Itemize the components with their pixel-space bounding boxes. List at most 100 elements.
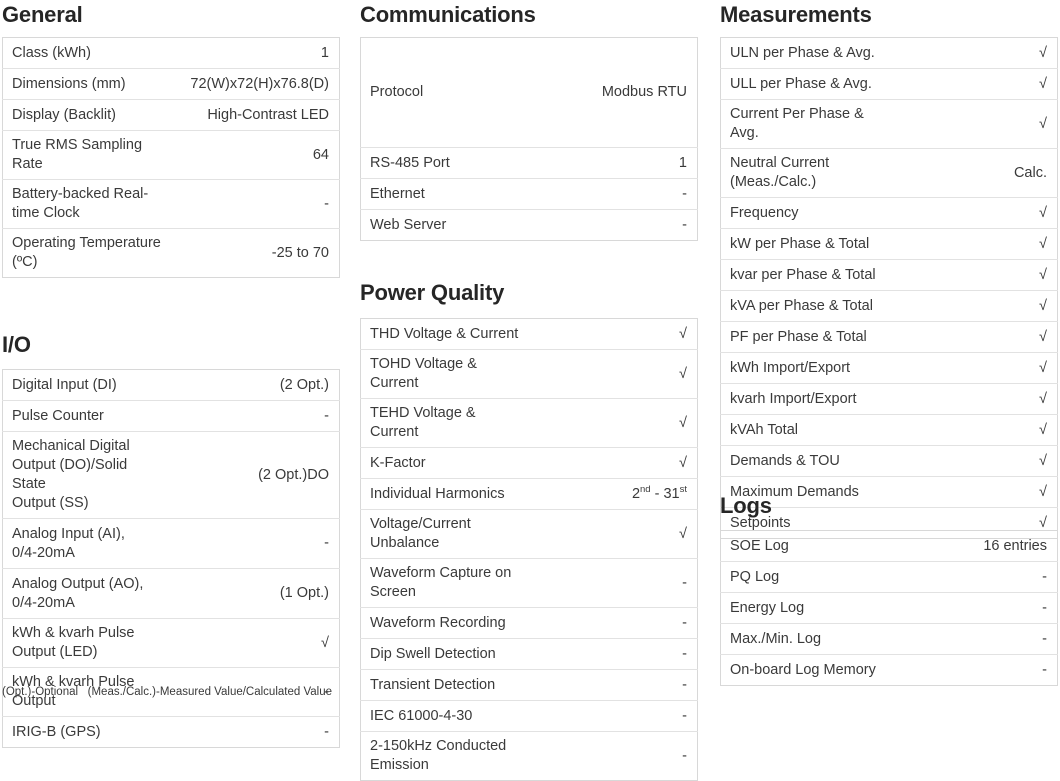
spec-label: PQ Log	[730, 568, 780, 585]
spec-label: kWh Import/Export	[730, 359, 851, 376]
spec-label: Current Per Phase & Avg.	[730, 106, 864, 141]
spec-value: (1 Opt.)	[279, 585, 329, 601]
spec-label: On-board Log Memory	[730, 661, 876, 678]
spec-value: -	[1042, 599, 1047, 616]
table-row: Current Per Phase & Avg. √	[720, 100, 1058, 149]
section-title-power-quality: Power Quality	[360, 280, 505, 305]
table-row: Protocol Modbus RTU	[360, 38, 698, 148]
table-row: kvarh Import/Export √	[720, 384, 1058, 415]
table-row: Transient Detection -	[360, 670, 698, 701]
spec-label: Mechanical Digital Output (DO)/Solid Sta…	[12, 438, 130, 511]
spec-value: √	[679, 525, 687, 542]
table-row: RS-485 Port 1	[360, 148, 698, 179]
measurements-spec-table: ULN per Phase & Avg. √ ULL per Phase & Avg…	[720, 37, 1058, 539]
spec-value: √	[679, 325, 687, 342]
spec-value: √	[1039, 421, 1047, 438]
spec-value: √	[679, 454, 687, 471]
spec-value: √	[321, 634, 329, 651]
spec-label: RS-485 Port	[370, 154, 450, 171]
table-row: Waveform Capture on Screen -	[360, 559, 698, 608]
table-row: IRIG-B (GPS) -	[3, 717, 340, 748]
section-title-communications: Communications	[360, 2, 536, 27]
table-row: TEHD Voltage & Current √	[360, 399, 698, 448]
spec-value: -	[324, 535, 329, 551]
table-row: Analog Output (AO), 0/4-20mA (1 Opt.)	[2, 569, 340, 619]
spec-value: √	[1039, 266, 1047, 283]
table-row: kWh Import/Export √	[720, 353, 1058, 384]
table-row: Dip Swell Detection -	[360, 639, 698, 670]
spec-value: -	[682, 676, 687, 693]
spec-label: TOHD Voltage & Current	[370, 356, 477, 391]
spec-value: √	[1039, 115, 1047, 132]
spec-label: True RMS Sampling Rate	[12, 137, 143, 172]
spec-label: Neutral Current (Meas./Calc.)	[730, 155, 830, 190]
spec-value: -	[324, 723, 329, 740]
spec-label: PF per Phase & Total	[730, 328, 867, 345]
spec-value: (2 Opt.)DO	[258, 466, 329, 483]
spec-label: Analog Output (AO), 0/4-20mA	[12, 575, 144, 611]
spec-value: 2nd - 31st	[631, 483, 687, 502]
spec-label: Energy Log	[730, 599, 805, 616]
spec-label: Protocol	[370, 84, 424, 100]
spec-value: √	[1039, 235, 1047, 252]
table-row: kVAh Total √	[720, 415, 1058, 446]
spec-label: Analog Input (AI), 0/4-20mA	[12, 525, 125, 561]
spec-value: (2 Opt.)	[279, 376, 329, 393]
spec-value: √	[1039, 75, 1047, 92]
spec-label: Individual Harmonics	[370, 485, 505, 502]
spec-value: √	[1039, 44, 1047, 61]
spec-value: Modbus RTU	[601, 84, 687, 100]
spec-value: -	[1042, 661, 1047, 678]
spec-label: Max./Min. Log	[730, 630, 822, 647]
section-title-measurements: Measurements	[720, 2, 872, 27]
table-row: Voltage/Current Unbalance √	[360, 510, 698, 559]
logs-spec-table: SOE Log 16 entries PQ Log - Energy Log - Max./…	[720, 530, 1058, 686]
spec-value: -	[682, 216, 687, 233]
spec-label: Class (kWh)	[12, 44, 91, 61]
table-row: kvar per Phase & Total √	[720, 260, 1058, 291]
spec-value: -	[324, 407, 329, 424]
spec-value: 1	[320, 44, 329, 61]
table-row: On-board Log Memory -	[721, 655, 1058, 686]
spec-label: Web Server	[370, 216, 447, 233]
spec-value: √	[679, 365, 687, 382]
table-row: TOHD Voltage & Current √	[360, 350, 698, 399]
table-row: Waveform Recording -	[360, 608, 698, 639]
spec-label: kvarh Import/Export	[730, 390, 857, 407]
general-spec-table: Class (kWh) 1 Dimensions (mm) 72(W)x72(H)x7…	[2, 37, 340, 278]
table-row: kVA per Phase & Total √	[720, 291, 1058, 322]
table-row: Ethernet -	[360, 179, 698, 210]
spec-value: √	[1039, 297, 1047, 314]
spec-label: Demands & TOU	[730, 452, 840, 469]
spec-value: -	[1042, 630, 1047, 647]
spec-value: √	[1039, 483, 1047, 500]
spec-label: kWh & kvarh Pulse Output (LED)	[12, 625, 135, 660]
footnote-legend: (Opt.)-Optional (Meas./Calc.)-Measured V…	[2, 686, 333, 698]
section-title-general: General	[2, 2, 83, 27]
spec-label: Dimensions (mm)	[12, 75, 126, 92]
table-row: Individual Harmonics 2nd - 31st	[360, 479, 698, 510]
table-row: PQ Log -	[720, 562, 1058, 593]
spec-value: -	[324, 195, 329, 212]
table-row: True RMS Sampling Rate 64	[2, 131, 340, 180]
table-row: kW per Phase & Total √	[720, 229, 1058, 260]
spec-label: Ethernet	[370, 185, 425, 202]
spec-value: 72(W)x72(H)x76.8(D)	[190, 75, 329, 92]
spec-label: kvar per Phase & Total	[730, 266, 876, 283]
table-row: THD Voltage & Current √	[360, 319, 698, 350]
spec-value: -	[1042, 568, 1047, 585]
table-row: Max./Min. Log -	[720, 624, 1058, 655]
table-row: 2-150kHz Conducted Emission -	[361, 732, 698, 781]
power-quality-spec-table: THD Voltage & Current √ TOHD Voltage & Cur…	[360, 318, 698, 781]
spec-value: -	[682, 185, 687, 202]
spec-value: -	[682, 645, 687, 662]
table-row: Neutral Current (Meas./Calc.) Calc.	[720, 149, 1058, 198]
spec-label: kVA per Phase & Total	[730, 297, 873, 314]
spec-value: -	[682, 574, 687, 591]
spec-label: SOE Log	[730, 537, 789, 554]
table-row: kWh & kvarh Pulse Output (LED) √	[2, 619, 340, 668]
table-row: Class (kWh) 1	[2, 38, 340, 69]
spec-value: -	[682, 614, 687, 631]
table-row: Analog Input (AI), 0/4-20mA -	[2, 519, 340, 569]
spec-label: Frequency	[730, 204, 799, 221]
